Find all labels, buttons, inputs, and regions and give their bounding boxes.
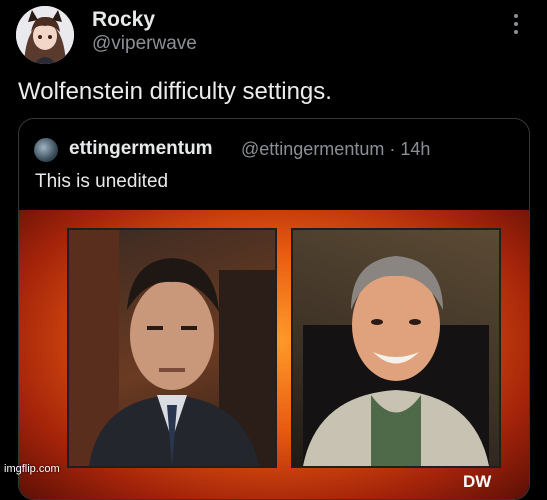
right-person-illustration: [303, 256, 489, 466]
quote-text: This is unedited: [35, 171, 169, 192]
left-person-illustration: [69, 230, 275, 466]
avatar-illustration: [16, 6, 74, 64]
media-right-panel: [291, 228, 501, 468]
media-left-panel: [67, 228, 277, 468]
avatar[interactable]: [16, 6, 74, 64]
quote-avatar[interactable]: [34, 138, 58, 162]
quote-display-name[interactable]: ettingermentum: [69, 138, 213, 160]
imgflip-watermark: imgflip.com: [4, 463, 60, 475]
quote-tweet-card[interactable]: ettingermentum @ettingermentum · 14h Thi…: [18, 118, 530, 500]
quote-handle-time: @ettingermentum · 14h: [241, 139, 431, 159]
tweet-text: Wolfenstein difficulty settings.: [18, 78, 332, 105]
display-name[interactable]: Rocky: [92, 8, 155, 32]
more-vertical-icon[interactable]: [512, 14, 520, 38]
media-channel-logo: DW: [463, 472, 492, 491]
user-handle[interactable]: @viperwave: [92, 33, 197, 55]
quote-media-image[interactable]: DW: [19, 210, 529, 499]
